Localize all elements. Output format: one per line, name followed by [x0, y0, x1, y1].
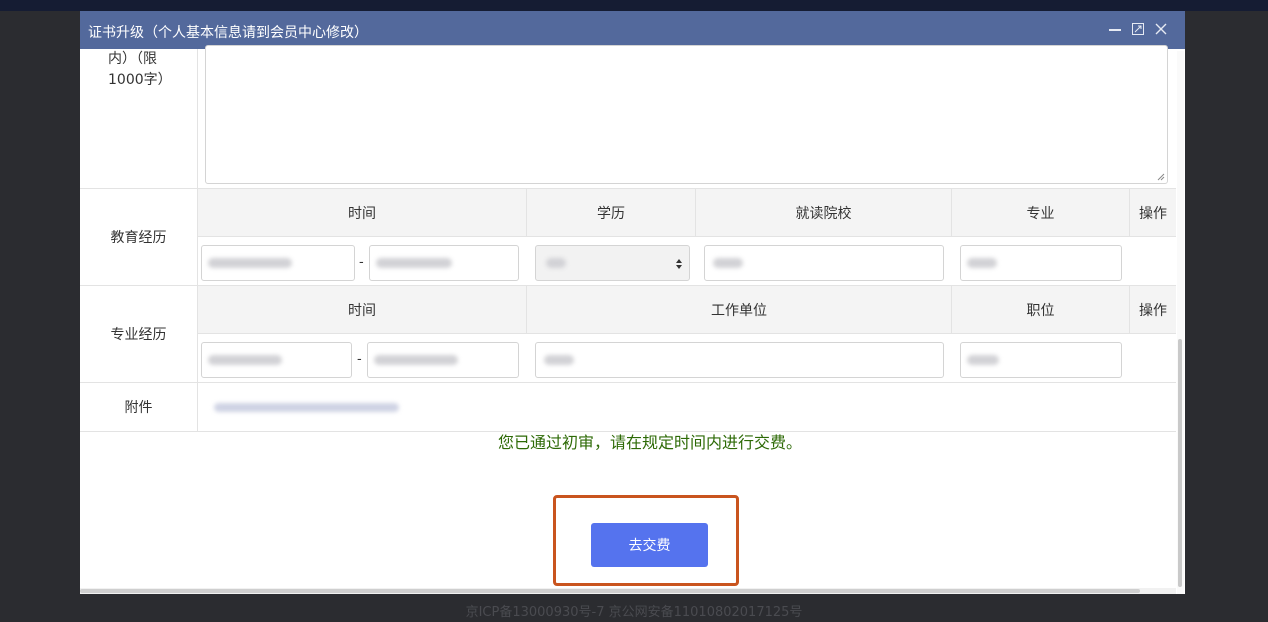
certificate-upgrade-dialog: 证书升级（个人基本信息请到会员中心修改） 内）（限 1000字） 教育经历 时间… — [80, 11, 1185, 594]
work-range-separator: - — [357, 352, 362, 367]
close-icon[interactable] — [1154, 20, 1168, 38]
education-range-separator: - — [359, 255, 364, 270]
top-nav-bar — [0, 0, 1268, 11]
work-header-time: 时间 — [198, 286, 527, 334]
work-end-date-input[interactable] — [367, 342, 519, 378]
horizontal-scrollbar-thumb[interactable] — [80, 589, 1140, 593]
education-header-major: 专业 — [952, 189, 1130, 237]
education-label: 教育经历 — [80, 189, 198, 285]
education-major-input[interactable] — [960, 245, 1122, 281]
content-textarea[interactable] — [205, 45, 1168, 184]
dialog-header: 证书升级（个人基本信息请到会员中心修改） — [80, 11, 1185, 49]
attachment-link[interactable] — [214, 403, 399, 412]
work-label: 专业经历 — [80, 286, 198, 382]
education-end-date-input[interactable] — [369, 245, 519, 281]
content-label-line2: 1000字） — [108, 72, 172, 88]
pay-button[interactable]: 去交费 — [591, 523, 708, 567]
work-start-date-input[interactable] — [201, 342, 352, 378]
vertical-scrollbar-thumb[interactable] — [1178, 339, 1182, 587]
horizontal-scrollbar[interactable] — [80, 588, 1176, 594]
education-start-date-input[interactable] — [201, 245, 355, 281]
education-header-school: 就读院校 — [696, 189, 952, 237]
education-header-action: 操作 — [1130, 189, 1176, 237]
footer-icp: 京ICP备13000930号-7 京公网安备11010802017125号 — [465, 605, 803, 620]
attachment-row: 附件 — [80, 383, 1176, 432]
education-degree-select[interactable] — [535, 245, 690, 281]
work-position-input[interactable] — [960, 342, 1122, 378]
education-header-degree: 学历 — [527, 189, 696, 237]
resize-grip-icon[interactable] — [1157, 173, 1165, 181]
education-header-time: 时间 — [198, 189, 527, 237]
education-row: 教育经历 时间 学历 就读院校 专业 操作 - — [80, 189, 1176, 286]
vertical-scrollbar[interactable] — [1177, 51, 1184, 594]
work-row: 专业经历 时间 工作单位 职位 操作 - — [80, 286, 1176, 383]
work-header-company: 工作单位 — [527, 286, 952, 334]
content-row: 内）（限 1000字） — [80, 45, 1176, 189]
content-label-line1: 内）（限 — [108, 51, 157, 67]
education-school-input[interactable] — [704, 245, 944, 281]
minimize-icon[interactable] — [1108, 20, 1122, 38]
work-header-action: 操作 — [1130, 286, 1176, 334]
work-company-input[interactable] — [535, 342, 944, 378]
work-header-position: 职位 — [952, 286, 1130, 334]
attachment-label: 附件 — [80, 383, 198, 431]
content-label: 内）（限 1000字） — [80, 49, 198, 188]
review-passed-notice: 您已通过初审，请在规定时间内进行交费。 — [497, 433, 802, 452]
dialog-title: 证书升级（个人基本信息请到会员中心修改） — [88, 25, 368, 41]
select-arrows-icon — [676, 259, 682, 269]
maximize-icon[interactable] — [1131, 20, 1145, 38]
